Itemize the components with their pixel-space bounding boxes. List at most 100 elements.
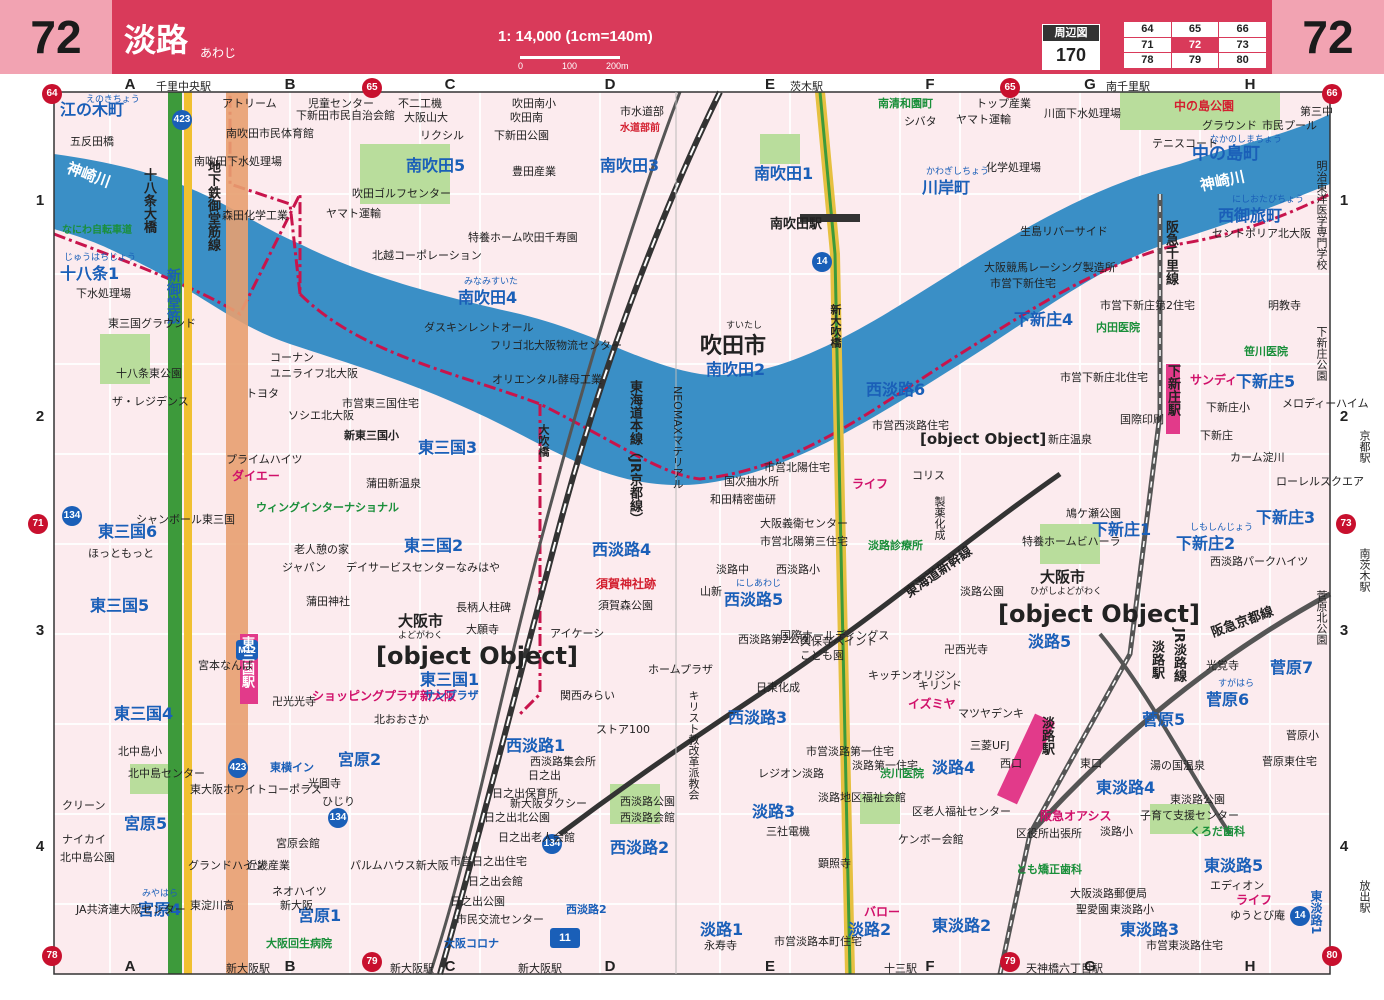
neighbor-marker-79a[interactable]: 79 [362,952,382,972]
poi-toyoko-inn-west: 東横イン [270,761,314,774]
poi-awaji-1-housing: 市営淡路第一住宅 [806,745,894,758]
station-awaji-hankyu[interactable]: 淡路駅 [1039,716,1054,755]
grid-row-1-right: 1 [1339,192,1349,209]
station-awaji-jr[interactable]: 淡路駅 [1149,640,1164,679]
adjacent-page-se[interactable]: 80 [1219,53,1266,68]
poi-juhachijo-east-park: 十八条東公園 [116,367,182,380]
railway-label-jr-awaji: JR淡路線 [1171,628,1186,682]
surrounding-map-page: 170 [1055,45,1087,65]
map-page: 72 72 淡路 あわじ 1: 14,000 (1cm=140m) 0 100 … [0,0,1384,1000]
poi-kawamo-sewage: 川面下水処理場 [1044,107,1121,120]
district-juhachijo-1: 十八条1 [60,264,120,283]
adjacent-page-n[interactable]: 65 [1171,22,1219,37]
subway-line [184,92,192,974]
railway-label-tokaido: 東海道本線（JR京都線） [627,380,642,525]
poi-kenbo-hall: ケンボー会館 [898,833,964,846]
neighbor-marker-65a[interactable]: 65 [362,78,382,98]
poi-nakanoshima-park: 中の島公園 [1174,99,1235,113]
district-higashiawaji-4: 東淡路4 [1096,778,1156,797]
poi-hinode-rojin: 日之出老人会館 [498,831,575,844]
poi-hinode-kaikan: 日之出会館 [468,875,523,888]
poi-higashiawaji-housing: 市営東淡路住宅 [1146,939,1223,952]
district-sugahara-7: 菅原7 [1270,658,1314,677]
district-awaji-1: 淡路1 [700,920,744,939]
grid-col-b-top: B [284,76,296,93]
poi-sugahara-elementary: 菅原小 [1286,729,1319,742]
poi-kamata-onsen: 蒲田新温泉 [366,477,421,490]
poi-jido-center: 児童センター [308,97,374,110]
neighbor-marker-64[interactable]: 64 [42,84,62,104]
poi-centpolia: セントポリア北大阪 [1212,227,1311,240]
poi-duskin: ダスキンレントオール [424,321,534,334]
poi-valor: バロー [864,905,901,919]
neighbor-marker-66[interactable]: 66 [1322,84,1342,104]
poi-ja-kyosairen: JA共済連大阪センター [76,903,186,916]
route-shield-423-north: 423 [172,110,192,130]
station-minamisuita[interactable]: 南吹田駅 [770,218,822,231]
poi-kinki-sangyo: 近畿産業 [246,859,290,872]
adjacent-page-ne[interactable]: 66 [1219,22,1266,37]
route-shield-14-north: 14 [812,252,832,272]
poi-the-residence: ザ・レジデンス [112,395,189,408]
poi-unilife: ユニライフ北大阪 [270,367,358,380]
page-header: 72 72 淡路 あわじ 1: 14,000 (1cm=140m) 0 100 … [0,0,1384,74]
poi-frigo: フリゴ北大阪物流センター [490,339,622,352]
district-minamisuita-1: 南吹田1 [754,164,814,183]
poi-clean: クリーン [62,799,106,812]
station-shimoshinjo[interactable]: 下新庄駅 [1165,364,1180,416]
poi-meiji-toyo: 明治東洋医学専門学校 [1315,160,1328,270]
poi-suita-senjuen: 特養ホーム吹田千寿園 [468,231,578,244]
poi-nagara-hitobashira: 長柄人柱碑 [456,601,511,614]
poi-mufg: 三菱UFJ [970,739,1010,752]
neighbor-marker-73[interactable]: 73 [1336,514,1356,534]
adjacent-page-nw[interactable]: 64 [1124,22,1171,37]
poi-miyahara-hall: 宮原会館 [276,837,320,850]
neighbor-marker-79b[interactable]: 79 [1000,952,1020,972]
poi-awaji-post-office: 大阪淡路郵便局 [1070,887,1147,900]
poi-ground: グラウンド [1202,119,1257,132]
district-reading-minamisuita: みなみすいた [464,277,519,287]
poi-sundi: サンディ [1190,373,1238,387]
poi-seiaien: 聖愛園 [1076,903,1109,916]
district-nishiawaji-2: 西淡路2 [610,838,670,857]
poi-yamato-west: ヤマト運輸 [326,207,381,220]
neighbor-marker-78[interactable]: 78 [42,946,62,966]
district-minamisuita-4: 南吹田4 [458,288,518,307]
grid-col-a-bottom: A [124,958,136,975]
scale-tick-200: 200m [606,61,629,70]
poi-laurel-square: ローレルスクエア [1276,475,1364,488]
poi-sugahara-north-park: 菅原北公園 [1315,590,1328,645]
adjacent-page-s[interactable]: 79 [1171,53,1219,68]
grid-col-c-top: C [444,76,456,93]
poi-kita-osaka: 北おおさか [374,713,429,726]
poi-hokuyo-housing: 市営北陽住宅 [764,461,830,474]
poi-fuji-koki: 不二工機 [398,97,442,110]
poi-water-department: 市水道部 [620,105,664,118]
grid-col-f-bottom: F [925,958,935,975]
poi-shibata: シバタ [904,115,937,128]
poi-minamisuita-sewage: 南吹田下水処理場 [194,155,282,168]
neighbor-marker-80[interactable]: 80 [1322,946,1342,966]
adjacent-page-e[interactable]: 73 [1219,37,1266,53]
poi-suitaminami: 吹田南 [510,111,543,124]
neighbor-marker-65b[interactable]: 65 [1000,78,1020,98]
poi-neo-heights: ネオハイツ [272,885,327,898]
poi-palm-house: パルムハウス新大阪 [350,859,449,872]
poi-yamashin: 山新 [700,585,722,598]
poi-higashiawaji-elementary: 東淡路小 [1110,903,1154,916]
poi-kirindo: キリンド [918,679,962,692]
district-awaji-4: 淡路4 [932,758,976,777]
neighbor-marker-71[interactable]: 71 [28,514,48,534]
poi-nishiawaji-center: 西淡路会館 [620,811,675,824]
adjacent-page-w[interactable]: 71 [1124,37,1171,53]
district-higashiawaji-3: 東淡路3 [1120,920,1180,939]
poi-neomax: NEOMAXマテリアル [671,386,684,490]
grid-col-c-bottom: C [444,958,456,975]
grid-row-3-left: 3 [35,622,45,639]
city-label-osaka-west: 大阪市 [398,612,444,630]
surrounding-map-ref[interactable]: 周辺図 170 [1042,24,1100,70]
district-nishiawaji-6: 西淡路6 [866,380,926,399]
poi-meikyoji: 明教寺 [1268,299,1301,312]
adjacent-page-sw[interactable]: 78 [1124,53,1171,68]
adjacent-page-current: 72 [1171,37,1219,53]
